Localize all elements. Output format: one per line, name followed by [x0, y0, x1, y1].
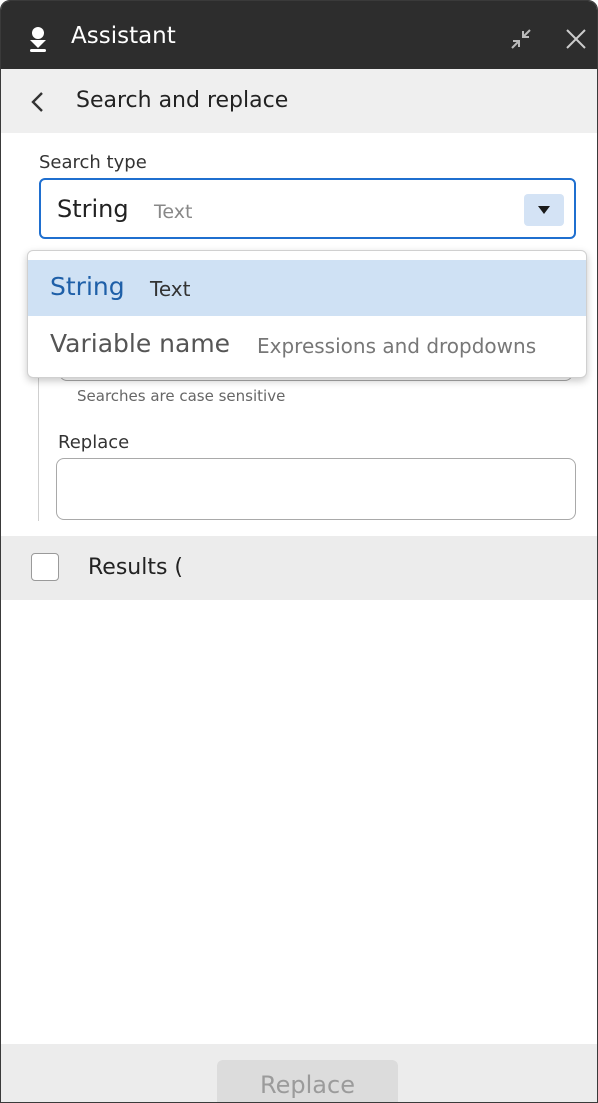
select-all-checkbox[interactable] — [31, 553, 59, 581]
footer: Replace — [1, 1044, 597, 1102]
window-title: Assistant — [71, 23, 176, 49]
option-description: Expressions and dropdowns — [257, 334, 537, 358]
search-type-value: String — [57, 195, 129, 223]
search-type-subvalue: Text — [154, 201, 193, 223]
page-title: Search and replace — [76, 88, 289, 113]
close-icon[interactable] — [564, 27, 588, 51]
assistant-icon — [30, 27, 46, 52]
dropdown-toggle[interactable] — [524, 194, 564, 226]
option-label: Variable name — [50, 329, 231, 358]
replace-label: Replace — [58, 432, 130, 453]
back-chevron-icon[interactable] — [29, 91, 45, 113]
assistant-panel: Assistant Search and replace Search type… — [0, 0, 598, 1103]
option-string[interactable]: String Text — [28, 260, 586, 316]
option-variable-name[interactable]: Variable name Expressions and dropdowns — [28, 317, 586, 373]
replace-input[interactable] — [56, 458, 576, 520]
results-label: Results ( — [88, 555, 184, 580]
replace-button[interactable]: Replace — [217, 1060, 398, 1102]
option-label: String — [50, 272, 125, 301]
collapse-icon[interactable] — [510, 28, 532, 50]
caret-down-icon — [538, 206, 550, 214]
search-type-label: Search type — [39, 152, 147, 173]
case-sensitive-hint: Searches are case sensitive — [77, 387, 286, 405]
results-bar: Results ( — [1, 536, 597, 600]
option-description: Text — [150, 277, 191, 301]
panel-header: Search and replace — [1, 69, 597, 133]
search-type-dropdown-menu: String Text Variable name Expressions an… — [27, 250, 587, 378]
search-type-select[interactable]: String Text — [39, 178, 576, 239]
title-bar: Assistant — [1, 1, 597, 69]
